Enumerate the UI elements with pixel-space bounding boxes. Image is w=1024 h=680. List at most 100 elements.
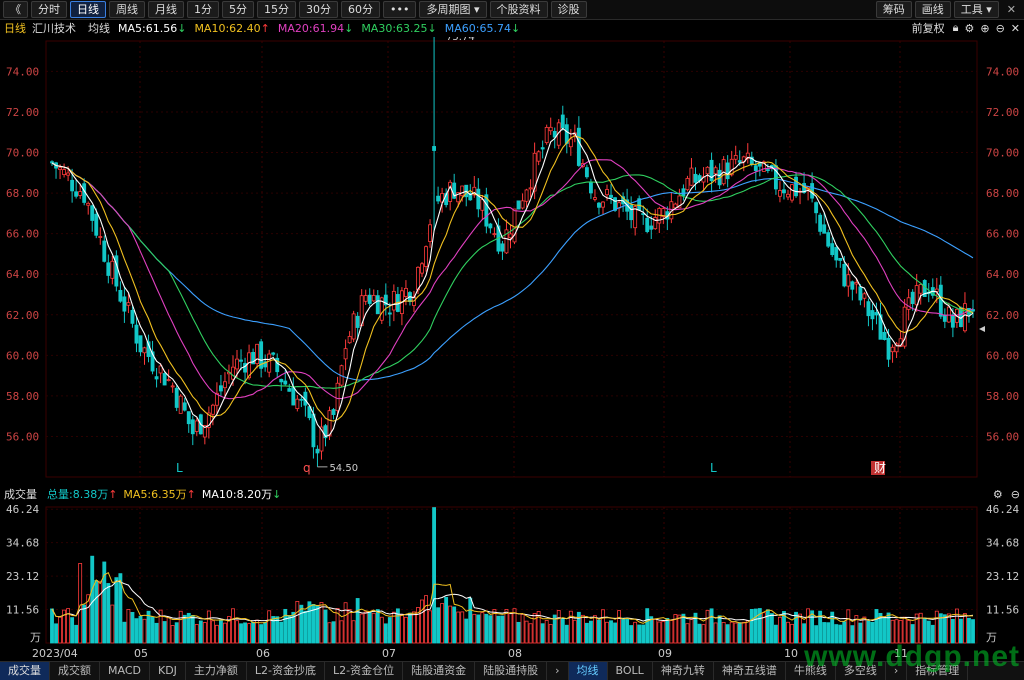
- volume-bar: [677, 614, 682, 644]
- stock-name[interactable]: 汇川技术: [32, 20, 76, 36]
- volume-bar: [536, 611, 541, 644]
- period-button-4[interactable]: 1分: [187, 1, 219, 18]
- price-tick-right: 72.00: [986, 106, 1019, 119]
- period-button-6[interactable]: 15分: [257, 1, 296, 18]
- volume-bar: [472, 613, 477, 644]
- indicator-tab-4[interactable]: 主力净额: [186, 662, 247, 680]
- indicator-tab-10[interactable]: 均线: [568, 662, 608, 680]
- volume-bar: [247, 623, 252, 644]
- volume-bar: [150, 616, 155, 644]
- price-tick-left: 62.00: [6, 309, 39, 322]
- indicator-tab-3[interactable]: KDJ: [150, 662, 186, 680]
- candle-body: [283, 380, 288, 385]
- volume-bar: [701, 624, 706, 644]
- vol-tick-right: 34.68: [986, 537, 1019, 550]
- close-icon[interactable]: ✕: [1011, 22, 1020, 35]
- candle-body: [178, 395, 183, 414]
- indicator-tab-2[interactable]: MACD: [100, 662, 150, 680]
- volume-bar: [934, 610, 939, 644]
- indicator-tab-7[interactable]: 陆股通资金: [403, 662, 476, 680]
- candle-body: [416, 266, 420, 291]
- period-button-11[interactable]: 个股资料: [489, 1, 548, 18]
- month-label: 07: [382, 647, 396, 660]
- candle-body: [62, 169, 67, 176]
- close-icon[interactable]: ✕: [1007, 3, 1016, 16]
- price-tick-right: 66.00: [986, 228, 1019, 241]
- candle-body: [685, 178, 690, 191]
- period-button-3[interactable]: 月线: [148, 1, 184, 18]
- candle-body: [862, 293, 867, 299]
- volume-bar: [122, 621, 127, 644]
- chips-button[interactable]: 筹码: [875, 1, 912, 18]
- volume-bar: [725, 624, 730, 644]
- indicator-tab-12[interactable]: 神奇九转: [653, 662, 714, 680]
- period-button-9[interactable]: •••: [383, 1, 417, 18]
- volume-bar: [299, 604, 304, 644]
- volume-bar: [765, 609, 770, 644]
- indicator-tab-13[interactable]: 神奇五线谱: [714, 662, 786, 680]
- settings-icon[interactable]: ⚙: [993, 488, 1003, 501]
- indicator-tab-6[interactable]: L2-资金仓位: [325, 662, 404, 680]
- period-button-0[interactable]: 分时: [31, 1, 67, 18]
- volume-bar: [508, 612, 513, 644]
- tools-button[interactable]: 工具 ▾: [953, 1, 999, 18]
- volume-header: 成交量 总量:8.38万↑ MA5:6.35万↑ MA10:8.20万↓: [0, 486, 1024, 502]
- candle-body: [327, 410, 332, 437]
- candle-body: [906, 297, 911, 310]
- indicator-tab-0[interactable]: 成交量: [0, 662, 50, 680]
- volume-bar: [773, 624, 778, 644]
- volume-chart[interactable]: 46.24 46.24 34.68 34.68 23.12 23.12 11.56 11.56…: [0, 503, 1024, 661]
- candle-body: [588, 181, 593, 194]
- candle-body: [130, 309, 135, 324]
- candle-body: [705, 166, 710, 175]
- zoom-in-icon[interactable]: ⊕: [980, 22, 989, 35]
- volume-bar: [444, 596, 449, 644]
- volume-bar: [729, 621, 734, 644]
- candlestick-chart[interactable]: 74.00 74.00 72.00 72.00 70.00 70.00 68.00 68.00…: [0, 37, 1024, 485]
- volume-bar: [303, 610, 308, 644]
- indicator-tab-11[interactable]: BOLL: [608, 662, 653, 680]
- volume-bar: [633, 621, 638, 644]
- candle-body: [231, 366, 235, 380]
- indicator-tab-9[interactable]: ›: [547, 662, 569, 680]
- candle-body: [58, 167, 62, 170]
- candle-body: [387, 312, 392, 315]
- indicator-tab-5[interactable]: L2-资金抄底: [247, 662, 326, 680]
- back-icon[interactable]: 《: [3, 1, 28, 18]
- candle-body: [351, 313, 356, 340]
- zoom-out-icon[interactable]: ⊖: [996, 22, 1005, 35]
- volume-bar: [287, 615, 292, 644]
- vol-tick-left: 23.12: [6, 570, 39, 583]
- volume-bar: [564, 624, 569, 644]
- candle-body: [182, 402, 187, 411]
- candle-body: [74, 191, 79, 197]
- period-button-1[interactable]: 日线: [70, 1, 106, 18]
- candle-body: [170, 385, 175, 388]
- candle-body: [367, 294, 372, 304]
- indicator-tab-1[interactable]: 成交额: [50, 662, 100, 680]
- settings-icon[interactable]: ⚙: [964, 22, 974, 35]
- candle-body: [544, 127, 549, 144]
- period-button-8[interactable]: 60分: [341, 1, 380, 18]
- draw-button[interactable]: 画线: [914, 1, 951, 18]
- period-button-12[interactable]: 诊股: [550, 1, 587, 18]
- month-label: 08: [508, 647, 522, 660]
- candle-body: [858, 286, 863, 301]
- period-button-7[interactable]: 30分: [299, 1, 338, 18]
- ma-label[interactable]: 均线: [88, 20, 110, 36]
- period-button-10[interactable]: 多周期图 ▾: [419, 1, 487, 18]
- volume-bar: [424, 595, 428, 644]
- zoom-out-icon[interactable]: ⊖: [1011, 488, 1020, 501]
- indicator-tab-8[interactable]: 陆股通持股: [475, 662, 548, 680]
- period-button-5[interactable]: 5分: [222, 1, 254, 18]
- period-button-2[interactable]: 周线: [109, 1, 145, 18]
- volume-bar: [58, 616, 62, 644]
- adjust-button[interactable]: 前复权: [912, 20, 945, 36]
- candle-body: [186, 411, 191, 425]
- volume-bar: [689, 619, 694, 644]
- lock-icon[interactable]: 🔒︎: [953, 21, 959, 35]
- candle-body: [492, 233, 497, 236]
- price-tick-right: 62.00: [986, 309, 1019, 322]
- ma5-line: [51, 127, 974, 438]
- volume-bar: [657, 621, 662, 644]
